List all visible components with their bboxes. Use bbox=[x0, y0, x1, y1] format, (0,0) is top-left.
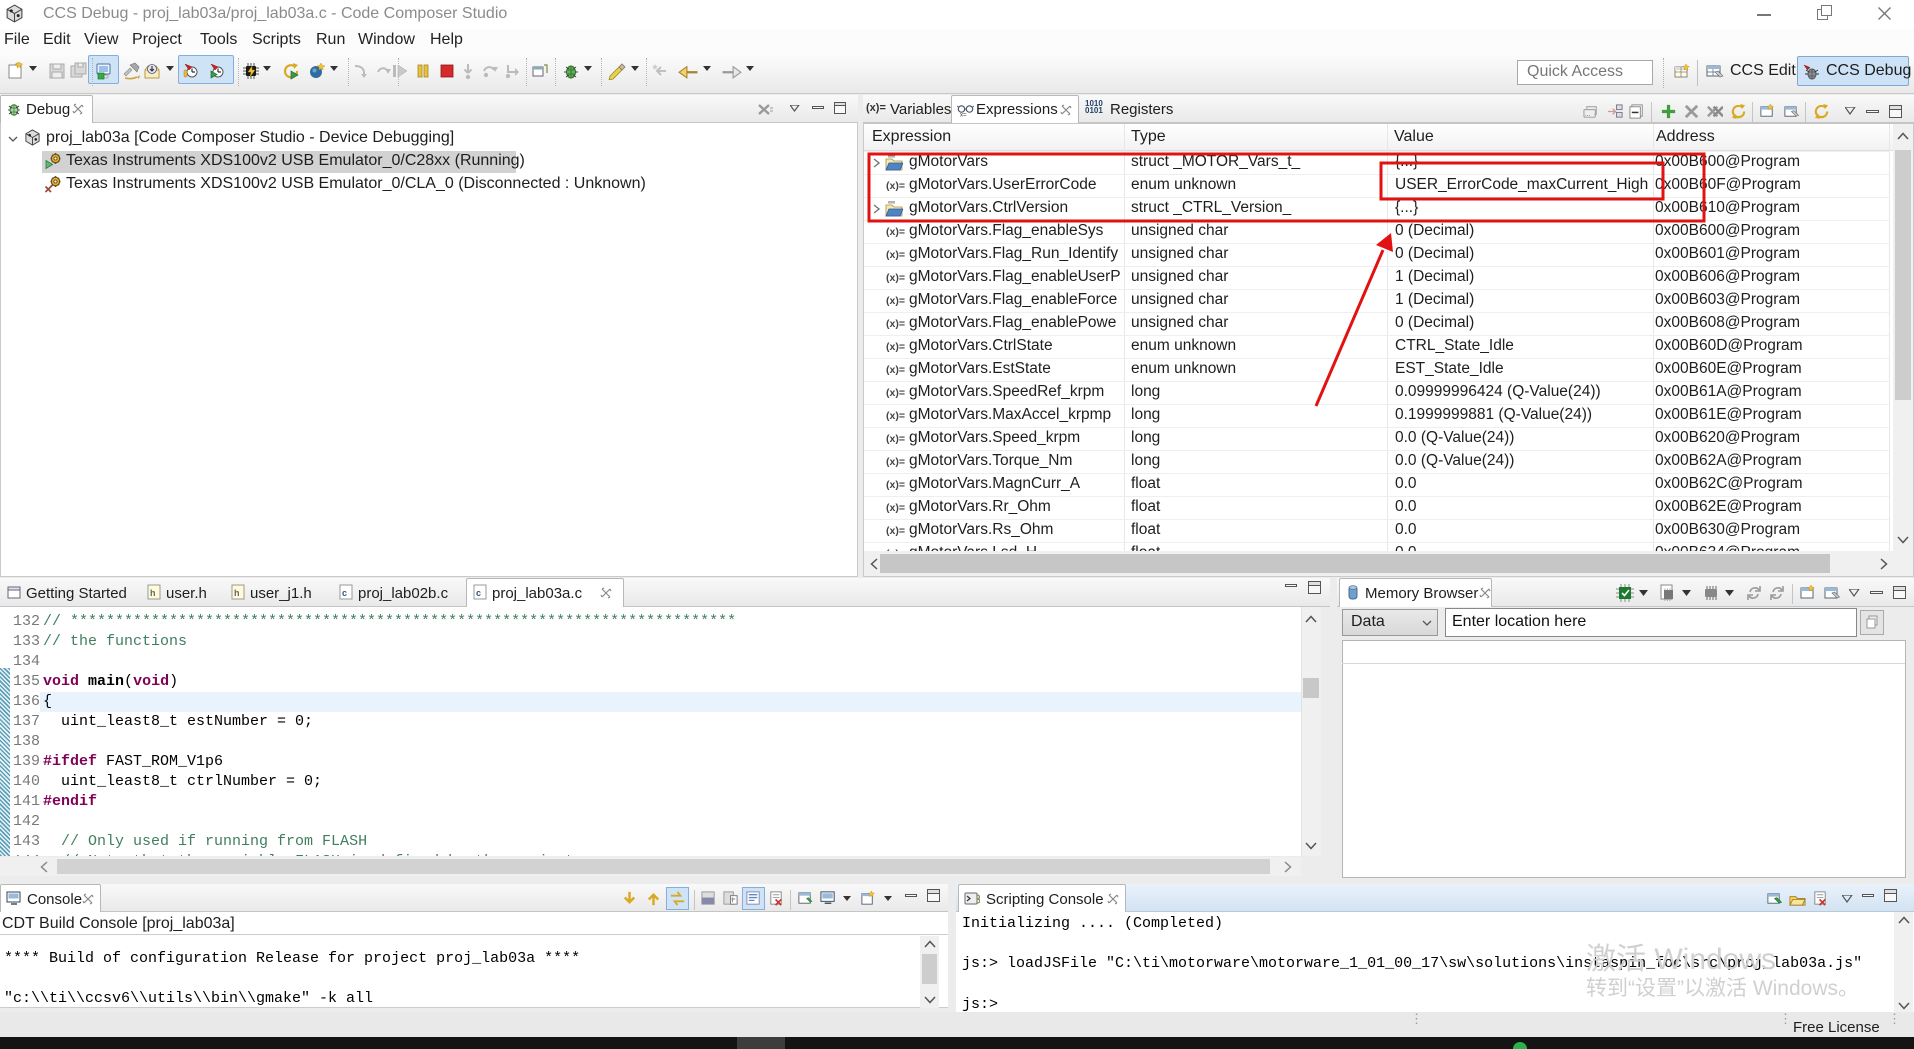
svg-text:h: h bbox=[150, 588, 156, 598]
svg-text:c: c bbox=[342, 588, 347, 598]
svg-text:h: h bbox=[234, 588, 240, 598]
svg-text:x=: x= bbox=[960, 113, 967, 118]
svg-text:c: c bbox=[476, 588, 481, 598]
svg-text:...: ... bbox=[1585, 111, 1591, 118]
